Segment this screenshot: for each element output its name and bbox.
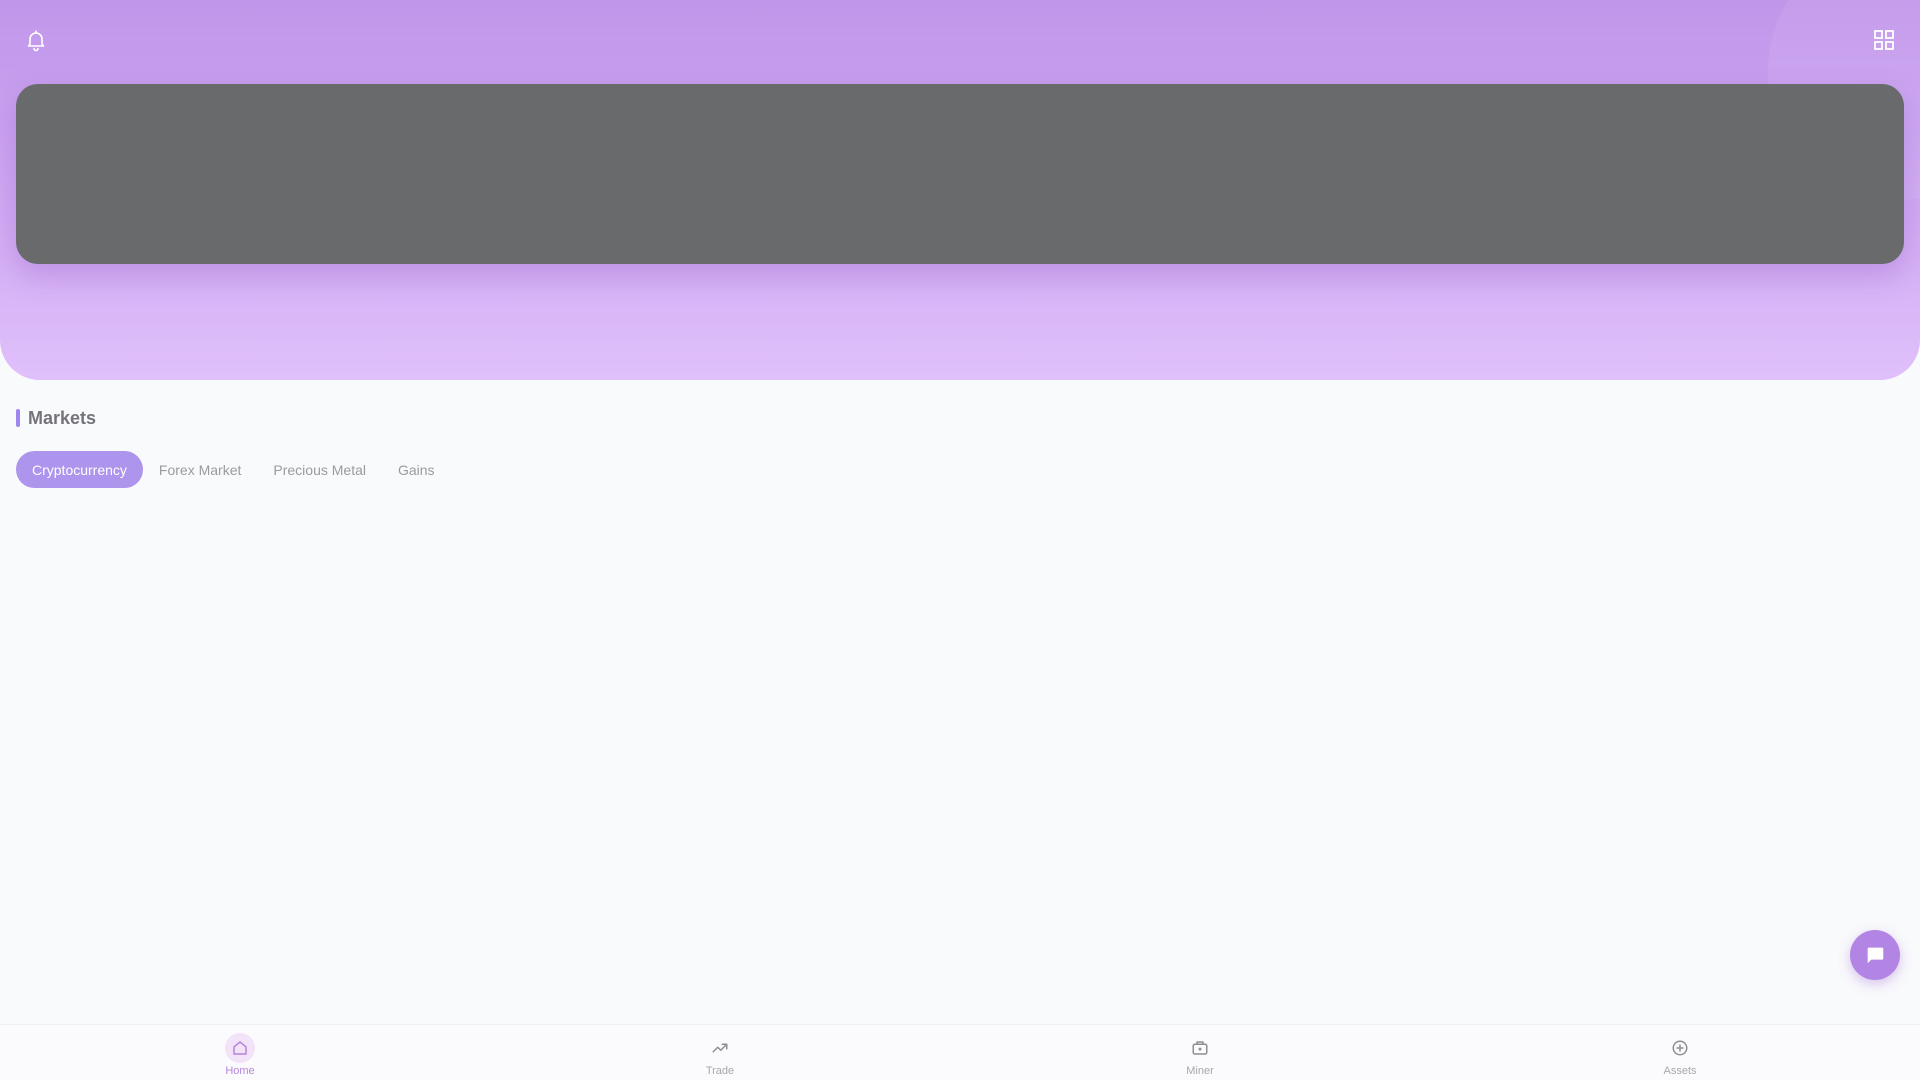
header-hero bbox=[0, 0, 1920, 380]
menu-grid-button[interactable] bbox=[1864, 20, 1904, 60]
nav-miner[interactable]: Miner bbox=[1140, 1033, 1260, 1079]
market-tabs: Cryptocurrency Forex Market Precious Met… bbox=[16, 451, 451, 488]
markets-title: Markets bbox=[28, 407, 97, 428]
tab-cryptocurrency[interactable]: Cryptocurrency bbox=[16, 451, 143, 488]
nav-home[interactable]: Home bbox=[180, 1033, 300, 1079]
nav-trade[interactable]: Trade bbox=[660, 1033, 780, 1079]
briefcase-icon bbox=[1192, 1041, 1208, 1055]
nav-assets-label: Assets bbox=[1663, 1065, 1697, 1077]
nav-miner-label: Miner bbox=[1186, 1065, 1214, 1077]
bell-icon bbox=[27, 30, 45, 52]
trending-up-icon bbox=[712, 1043, 728, 1053]
banner-carousel[interactable] bbox=[16, 84, 1904, 264]
nav-assets[interactable]: Assets bbox=[1620, 1033, 1740, 1079]
tab-forex-market[interactable]: Forex Market bbox=[143, 451, 257, 488]
markets-heading: Markets bbox=[16, 407, 96, 429]
heading-accent-bar bbox=[16, 409, 20, 427]
bottom-navigation: Home Trade Miner Assets bbox=[0, 1024, 1920, 1080]
tab-precious-metal[interactable]: Precious Metal bbox=[257, 451, 382, 488]
chat-button[interactable] bbox=[1850, 930, 1900, 980]
nav-trade-label: Trade bbox=[705, 1065, 735, 1077]
home-icon bbox=[233, 1041, 247, 1055]
plus-circle-icon bbox=[1672, 1040, 1688, 1056]
notifications-button[interactable] bbox=[16, 20, 56, 60]
nav-home-label: Home bbox=[225, 1065, 255, 1077]
chat-icon bbox=[1867, 947, 1884, 964]
app-page: Markets Cryptocurrency Forex Market Prec… bbox=[0, 0, 1920, 1080]
grid-icon bbox=[1874, 30, 1894, 50]
tab-gains[interactable]: Gains bbox=[382, 451, 451, 488]
